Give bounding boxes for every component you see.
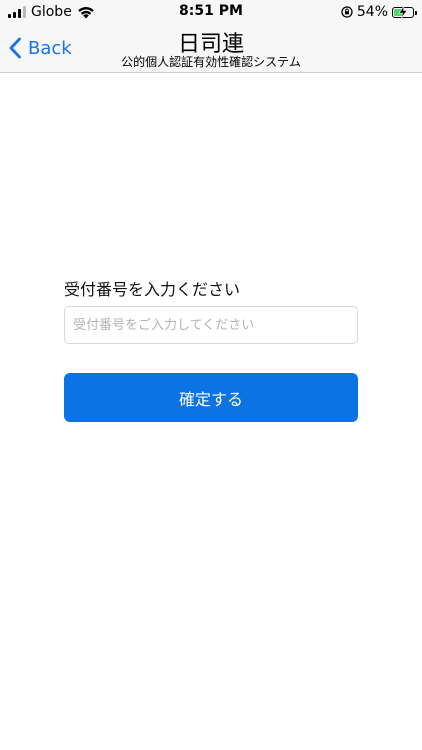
battery-percent: 54% [356, 4, 388, 20]
navigation-bar: Back 日司連 公的個人認証有効性確認システム [0, 24, 422, 73]
reception-number-label: 受付番号を入力ください [64, 280, 241, 299]
battery-charging-icon [392, 5, 417, 18]
app-screen: Globe 8:51 PM 54% Back 日司連 公的個人認証有効性確認シス… [0, 0, 422, 750]
nav-subtitle: 公的個人認証有効性確認システム [121, 55, 301, 69]
status-right: 54% [341, 3, 417, 21]
status-bar: Globe 8:51 PM 54% [0, 0, 422, 24]
confirm-button[interactable]: 確定する [64, 373, 358, 422]
reception-number-input[interactable] [64, 306, 358, 344]
rotation-lock-icon [341, 6, 353, 18]
